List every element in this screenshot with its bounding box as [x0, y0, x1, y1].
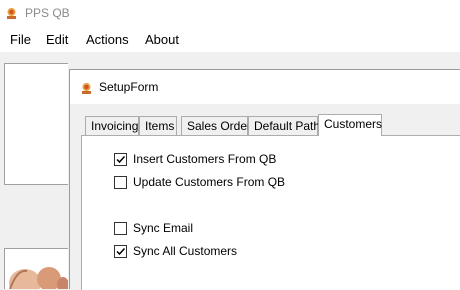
- checkmark-icon: [116, 155, 126, 164]
- checkmark-icon: [116, 247, 126, 256]
- tab-invoicing[interactable]: Invoicing: [85, 116, 139, 135]
- tab-customers[interactable]: Customers: [318, 114, 382, 136]
- menu-edit[interactable]: Edit: [46, 32, 68, 47]
- main-client-area: [0, 52, 460, 63]
- tab-default-path[interactable]: Default Path: [248, 116, 321, 135]
- app-icon: [7, 8, 16, 19]
- tab-invoicing-label: Invoicing: [91, 119, 139, 133]
- insert-customers-checkbox[interactable]: [114, 153, 127, 166]
- dialog-title-bar: SetupForm: [70, 70, 460, 104]
- menu-actions[interactable]: Actions: [86, 32, 129, 47]
- dialog-title: SetupForm: [99, 80, 159, 94]
- update-customers-label: Update Customers From QB: [133, 175, 286, 189]
- customers-tab-panel: Insert Customers From QB Update Customer…: [81, 135, 460, 290]
- window-title: PPS QB: [25, 6, 70, 20]
- tab-default-path-label: Default Path: [254, 119, 321, 133]
- menu-about[interactable]: About: [145, 32, 179, 47]
- main-title-bar: PPS QB: [0, 0, 460, 28]
- insert-customers-label: Insert Customers From QB: [133, 152, 277, 166]
- decorative-image: [9, 267, 68, 289]
- sync-email-label: Sync Email: [133, 221, 194, 235]
- sync-all-customers-checkbox[interactable]: [114, 245, 127, 258]
- tab-sales-order[interactable]: Sales Order: [181, 116, 252, 135]
- update-customers-checkbox[interactable]: [114, 176, 127, 189]
- tab-items[interactable]: Items: [139, 116, 177, 135]
- main-bottom-image: [4, 248, 68, 289]
- sync-email-checkbox[interactable]: [114, 222, 127, 235]
- tab-customers-label: Customers: [324, 117, 383, 131]
- tab-items-label: Items: [145, 119, 175, 133]
- main-content-panel: [4, 63, 68, 185]
- dialog-app-icon: [82, 83, 91, 94]
- tab-sales-order-label: Sales Order: [187, 119, 252, 133]
- sync-all-customers-label: Sync All Customers: [133, 244, 238, 258]
- menu-bar: File Edit Actions About: [0, 28, 460, 52]
- menu-file[interactable]: File: [10, 32, 31, 47]
- setup-dialog: SetupForm Invoicing Items Sales Order De…: [69, 69, 460, 290]
